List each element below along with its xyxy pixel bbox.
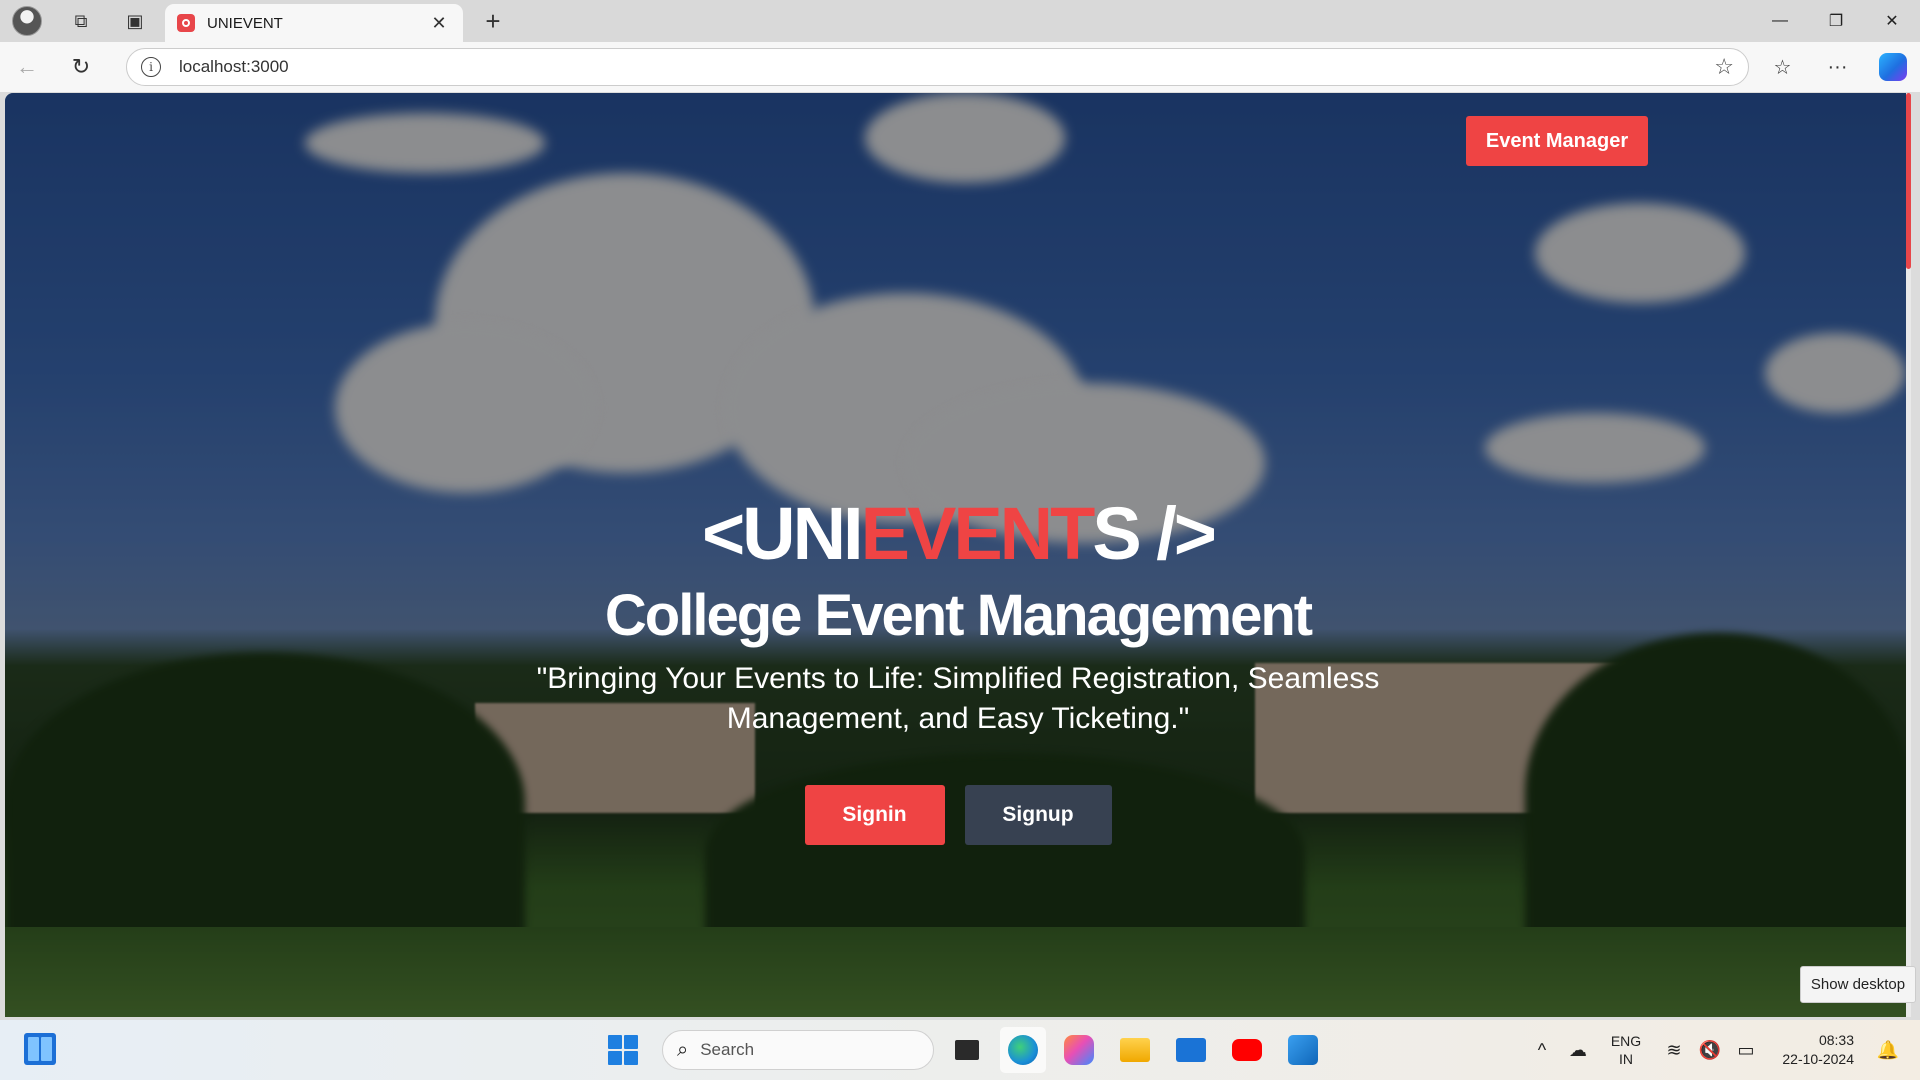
signup-button[interactable]: Signup xyxy=(964,785,1112,845)
file-explorer-icon[interactable] xyxy=(1112,1027,1158,1073)
wifi-icon[interactable]: ≋ xyxy=(1656,1040,1692,1061)
copilot-app-icon[interactable] xyxy=(1056,1027,1102,1073)
profile-avatar xyxy=(12,6,42,36)
address-bar-row: ← ↻ i localhost:3000 ☆ ☆ ··· xyxy=(0,42,1920,92)
favorite-star-icon[interactable]: ☆ xyxy=(1714,54,1734,80)
more-options-icon[interactable]: ··· xyxy=(1810,42,1865,92)
task-view-icon[interactable] xyxy=(944,1027,990,1073)
clock-time: 08:33 xyxy=(1818,1032,1854,1048)
minimize-icon[interactable]: — xyxy=(1752,0,1808,42)
input-language[interactable]: ENG IN xyxy=(1596,1032,1656,1068)
search-placeholder: Search xyxy=(700,1040,755,1059)
youtube-icon[interactable] xyxy=(1224,1027,1270,1073)
hero-content: <UNIEVENTS /> College Event Management "… xyxy=(5,493,1911,845)
widgets-icon[interactable] xyxy=(24,1033,56,1065)
battery-icon[interactable]: ▭ xyxy=(1728,1040,1764,1061)
copilot-icon xyxy=(1878,53,1907,81)
lang-region: IN xyxy=(1619,1051,1633,1067)
new-tab-icon[interactable]: + xyxy=(478,6,508,37)
close-window-icon[interactable]: ✕ xyxy=(1864,0,1920,42)
logo-suffix: S /> xyxy=(1092,492,1217,575)
vertical-tabs-icon[interactable]: ▣ xyxy=(108,0,162,42)
restore-icon[interactable]: ❐ xyxy=(1808,0,1864,42)
tab-close-icon[interactable]: ✕ xyxy=(427,13,451,34)
system-tray: ^ ☁ ENG IN ≋ 🔇 ▭ 08:33 22-10-2024 🔔 xyxy=(1524,1020,1920,1080)
url-field[interactable]: i localhost:3000 ☆ xyxy=(126,48,1749,86)
tab-unievent[interactable]: UNIEVENT ✕ xyxy=(165,4,463,42)
site-logo: <UNIEVENTS /> xyxy=(701,492,1217,575)
taskbar-search[interactable]: ⌕ Search xyxy=(662,1030,934,1070)
onedrive-icon[interactable]: ☁ xyxy=(1560,1040,1596,1061)
mail-icon[interactable] xyxy=(1168,1027,1214,1073)
browser-title-bar: ⧉ ▣ UNIEVENT ✕ + — ❐ ✕ xyxy=(0,0,1920,42)
url-text: localhost:3000 xyxy=(179,57,289,76)
tab-favicon-icon xyxy=(177,14,195,32)
clock[interactable]: 08:33 22-10-2024 xyxy=(1764,1031,1854,1069)
page-headline: College Event Management xyxy=(604,583,1313,648)
clock-date: 22-10-2024 xyxy=(1782,1051,1854,1067)
show-hidden-icons-icon[interactable]: ^ xyxy=(1524,1040,1560,1061)
back-arrow-icon[interactable]: ← xyxy=(0,42,54,92)
edge-icon[interactable] xyxy=(1000,1027,1046,1073)
notifications-icon[interactable]: 🔔 xyxy=(1870,1040,1906,1061)
copilot-button[interactable] xyxy=(1865,42,1920,92)
signin-button[interactable]: Signin xyxy=(804,785,945,845)
vscode-icon[interactable] xyxy=(1280,1027,1326,1073)
site-info-icon[interactable]: i xyxy=(141,57,161,77)
search-icon: ⌕ xyxy=(677,1038,689,1061)
tab-title: UNIEVENT xyxy=(207,14,283,32)
page-viewport: Event Manager <UNIEVENTS /> College Even… xyxy=(5,93,1911,1017)
taskbar: ⌕ Search ^ ☁ ENG IN ≋ 🔇 ▭ 08:33 22-10-20… xyxy=(0,1020,1920,1080)
lang-code: ENG xyxy=(1610,1033,1642,1049)
workspaces-icon[interactable]: ⧉ xyxy=(54,0,108,42)
logo-prefix: <UNI xyxy=(701,492,864,575)
page-scrollbar[interactable] xyxy=(1906,93,1911,1017)
window-controls: — ❐ ✕ xyxy=(1752,0,1920,42)
refresh-icon[interactable]: ↻ xyxy=(54,42,108,92)
address-bar-tools: ☆ ··· xyxy=(1755,42,1920,92)
logo-accent: EVENT xyxy=(860,492,1096,575)
volume-muted-icon[interactable]: 🔇 xyxy=(1692,1040,1728,1061)
scrollbar-thumb[interactable] xyxy=(1906,93,1911,269)
cta-row: Signin Signup xyxy=(804,785,1112,845)
event-manager-button[interactable]: Event Manager xyxy=(1466,116,1648,166)
taskbar-center: ⌕ Search xyxy=(608,1020,1326,1080)
favorites-icon[interactable]: ☆ xyxy=(1755,42,1810,92)
start-icon[interactable] xyxy=(608,1035,638,1065)
page-tagline: "Bringing Your Events to Life: Simplifie… xyxy=(536,662,1380,735)
show-desktop-tooltip: Show desktop xyxy=(1800,966,1916,1003)
profile-button[interactable] xyxy=(0,0,54,42)
